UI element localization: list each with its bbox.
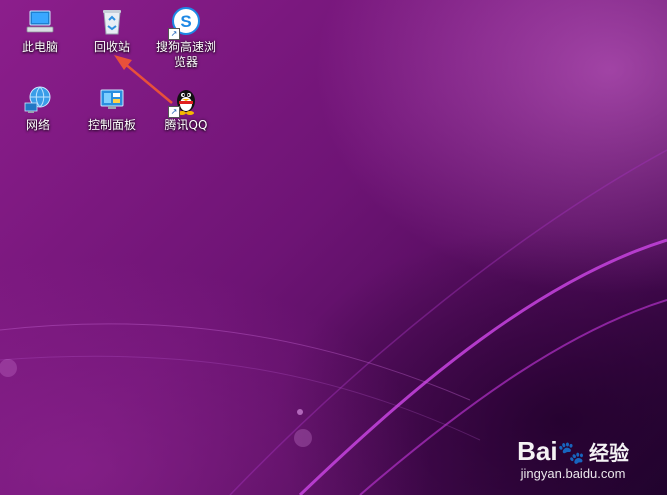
watermark-brand-cn: 经验 (589, 441, 629, 465)
baidu-jingyan-watermark: Bai🐾 经验 jingyan.baidu.com (517, 437, 629, 481)
annotation-arrow (114, 55, 173, 104)
watermark-url: jingyan.baidu.com (520, 466, 626, 481)
watermark-brand: Bai🐾 经验 (517, 437, 629, 467)
desktop[interactable]: 此电脑 回收站 S ↗ 搜狗高速浏览器 网络 控制面板 ↗ 腾讯QQ Bai🐾 … (0, 0, 667, 495)
watermark-brand-text: Bai (517, 436, 558, 466)
baidu-paw-icon: 🐾 (557, 440, 585, 465)
